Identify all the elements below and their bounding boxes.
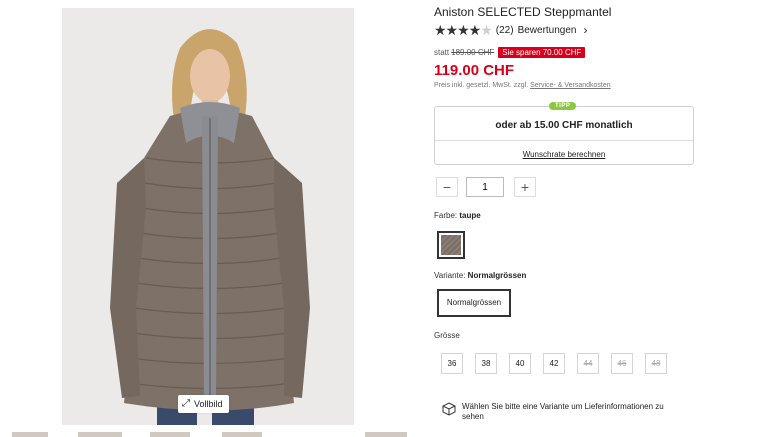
size-option-unavailable[interactable]: 46 [611,353,633,374]
size-option-unavailable[interactable]: 44 [577,353,599,374]
size-option[interactable]: 36 [441,353,463,374]
color-swatch-taupe[interactable] [437,231,465,259]
financing-box: TIPP oder ab 15.00 CHF monatlich Wunschr… [434,102,694,165]
product-image[interactable] [62,8,354,425]
savings-badge: Sie sparen 70.00 CHF [498,47,586,58]
size-label: Grösse [434,331,460,340]
size-option[interactable]: 40 [509,353,531,374]
quantity-increase-button[interactable]: + [514,177,536,197]
old-price: 189.00 CHF [451,48,495,57]
size-option-unavailable[interactable]: 48 [645,353,667,374]
shipping-link[interactable]: Service- & Versandkosten [530,82,611,89]
color-label-text: Farbe: [434,211,458,220]
fullscreen-label: Vollbild [194,399,223,409]
statt-label: statt [434,48,450,57]
financing-text: oder ab 15.00 CHF monatlich [495,120,633,131]
expand-icon: ⤢ [182,398,190,409]
thumbnail[interactable] [222,432,262,437]
size-options: 36 38 40 42 44 46 48 [441,353,667,374]
fullscreen-button[interactable]: ⤢ Vollbild [178,395,229,413]
reviews-link[interactable]: Bewertungen [518,25,577,36]
calculate-rate-link[interactable]: Wunschrate berechnen [435,150,693,159]
color-value: taupe [459,211,481,220]
color-label: Farbe: taupe [434,211,481,220]
thumbnail[interactable] [12,432,48,437]
old-price-row: statt 189.00 CHF Sie sparen 70.00 CHF [434,47,586,58]
delivery-info: Wählen Sie bitte eine Variante um Liefer… [442,402,682,422]
thumbnail[interactable] [150,432,190,437]
size-option[interactable]: 42 [543,353,565,374]
product-title: Aniston SELECTED Steppmantel [434,5,612,19]
size-option[interactable]: 38 [475,353,497,374]
vat-text: Preis inkl. gesetzl. MwSt. zzgl. [434,82,529,89]
rating[interactable]: ★★★★★ (22) Bewertungen › [434,23,588,37]
rating-count: (22) [495,24,514,36]
package-icon [442,402,456,416]
chevron-right-icon: › [583,23,588,37]
variant-label-text: Variante: [434,271,466,280]
variant-option-button[interactable]: Normalgrössen [437,289,511,317]
divider [435,140,693,141]
thumbnail[interactable] [365,432,407,437]
variant-label: Variante: Normalgrössen [434,271,526,280]
current-price: 119.00 CHF [434,62,515,79]
product-photo [62,8,354,425]
tipp-badge: TIPP [549,102,577,110]
variant-value: Normalgrössen [467,271,527,280]
star-rating-icon: ★★★★★ [434,22,493,38]
quantity-decrease-button[interactable]: − [436,177,458,197]
thumbnail[interactable] [78,432,122,437]
quantity-input[interactable] [466,177,504,197]
delivery-text: Wählen Sie bitte eine Variante um Liefer… [462,402,664,421]
vat-note: Preis inkl. gesetzl. MwSt. zzgl. Service… [434,82,611,89]
